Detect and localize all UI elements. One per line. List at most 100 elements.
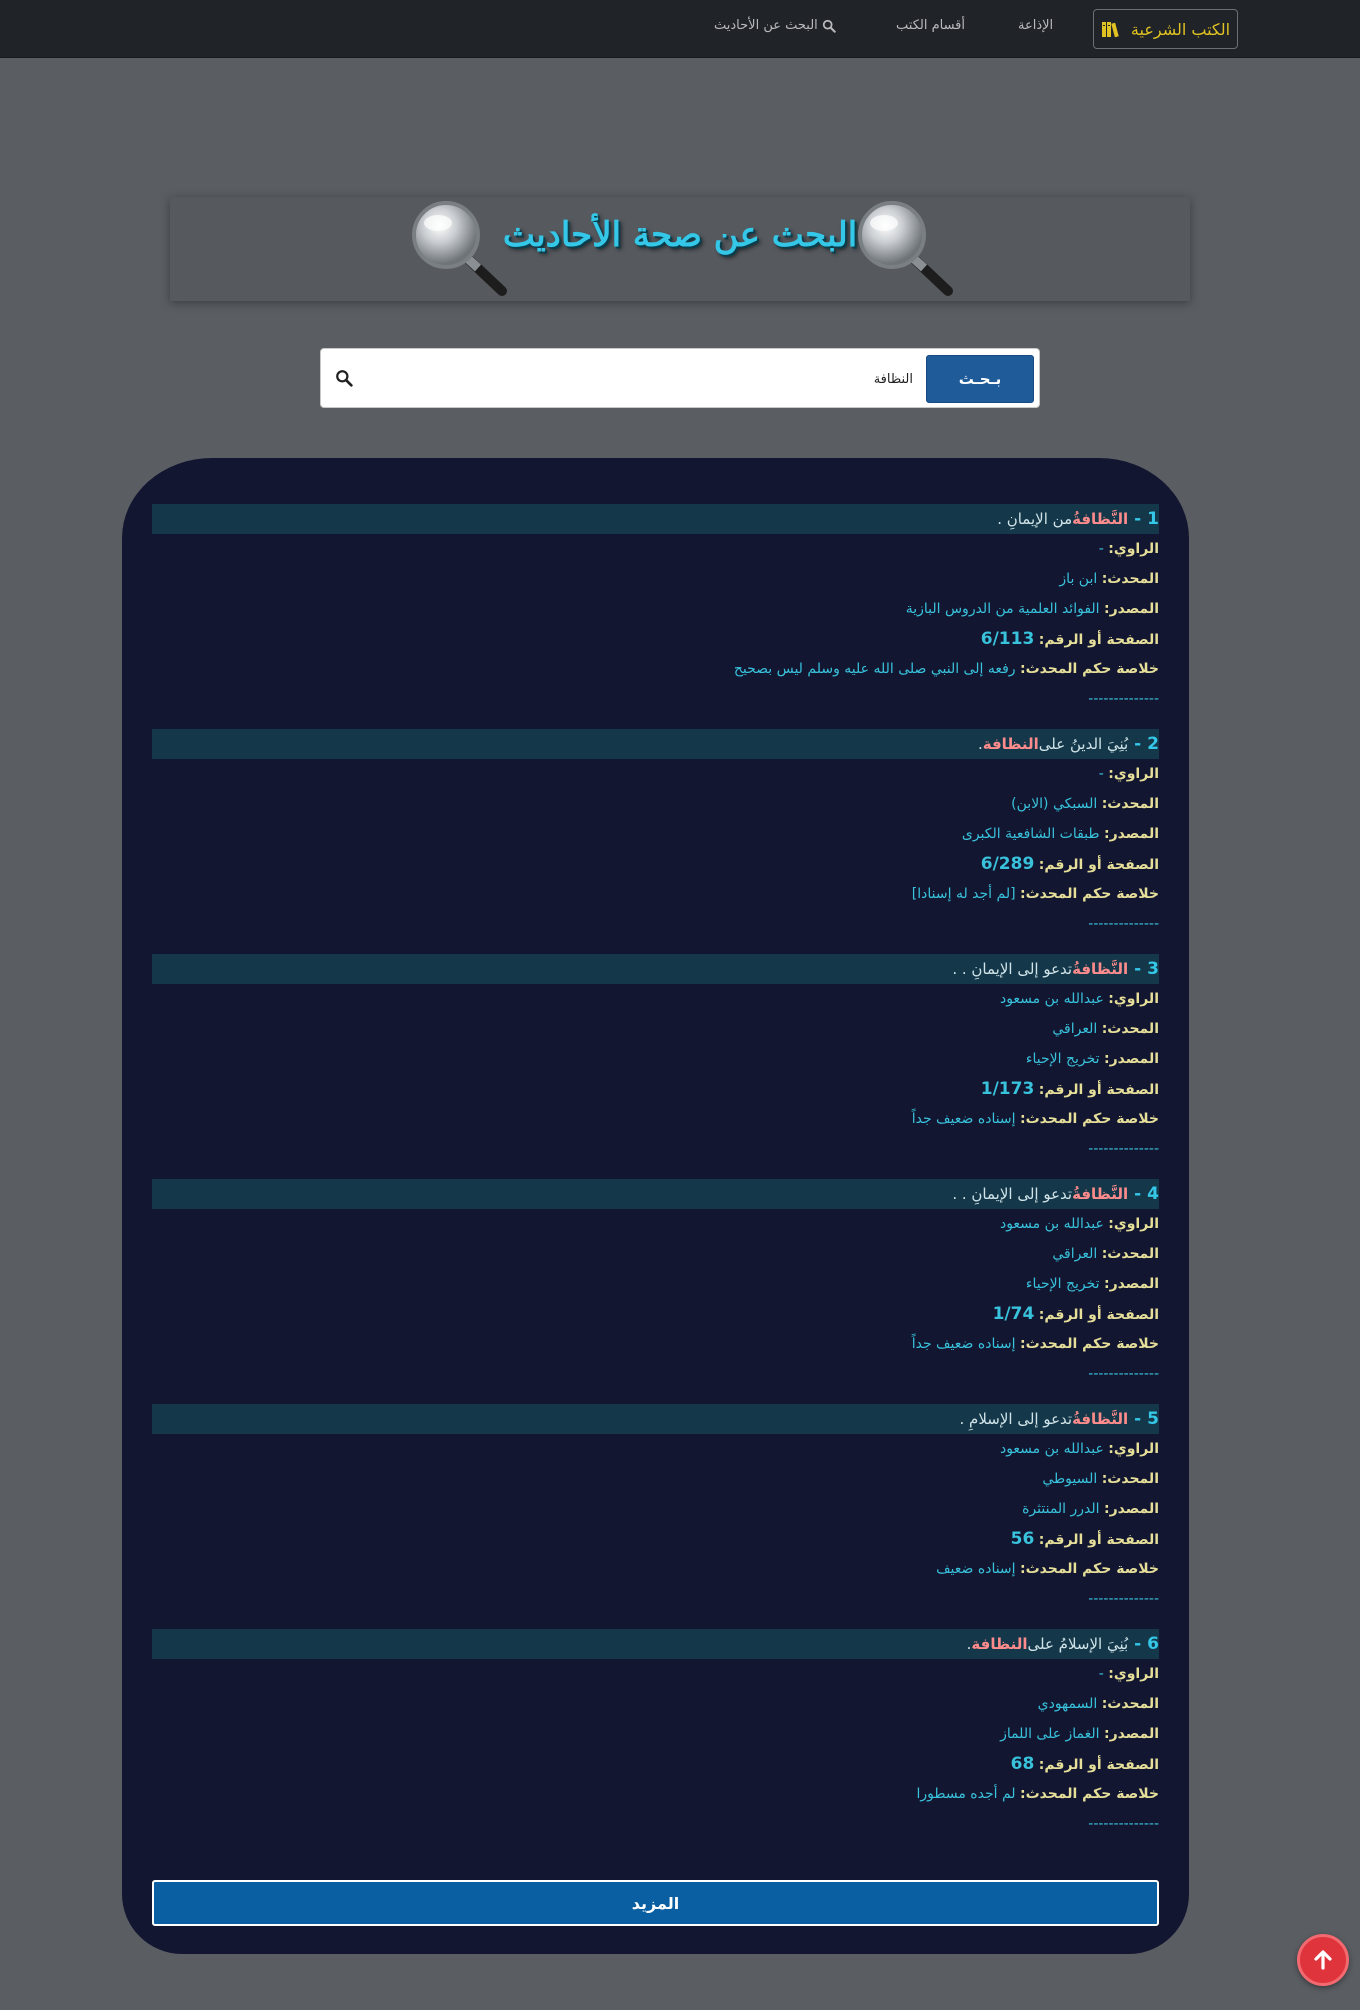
page-number-label: الصفحة أو الرقم:: [1038, 1532, 1159, 1548]
scholar-label: المحدث:: [1101, 796, 1159, 812]
result-source-row: المصدر: تخريج الإحياء: [152, 1044, 1159, 1074]
scholar-label: المحدث:: [1101, 1021, 1159, 1037]
result-page-number-row: الصفحة أو الرقم: 6/289: [152, 849, 1159, 879]
magnifier-icon: [858, 201, 953, 296]
result-narrator-row: الراوي: عبدالله بن مسعود: [152, 1209, 1159, 1239]
verdict-value: لم أجده مسطورا: [916, 1786, 1016, 1802]
narrator-label: الراوي:: [1108, 1216, 1159, 1232]
page-number-label: الصفحة أو الرقم:: [1038, 632, 1159, 648]
page-number-value: 1/74: [992, 1304, 1035, 1324]
scholar-label: المحدث:: [1101, 571, 1159, 587]
books-icon: [1101, 22, 1119, 38]
result-verdict-row: خلاصة حكم المحدث: إسناده ضعيف جداً: [152, 1329, 1159, 1359]
result-spacer: [152, 714, 1159, 729]
result-keyword-highlight: النظافة: [971, 1635, 1028, 1653]
result-title: 1 - النَّظافةُ من الإيمانِ .: [152, 504, 1159, 534]
result-text-after: تدعو إلى الإسلامِ .: [959, 1410, 1073, 1428]
source-label: المصدر:: [1104, 601, 1159, 617]
source-label: المصدر:: [1104, 1276, 1159, 1292]
source-value: الفوائد العلمية من الدروس البازية: [905, 601, 1100, 617]
search-submit-button[interactable]: بـحـث: [926, 355, 1034, 403]
result-scholar-row: المحدث: السمهودي: [152, 1689, 1159, 1719]
source-label: المصدر:: [1104, 826, 1159, 842]
source-label: المصدر:: [1104, 1051, 1159, 1067]
top-navbar: الكتب الشرعية الإذاعة أقسام الكتب البحث …: [0, 0, 1360, 58]
page-title: البحث عن صحة الأحاديث: [502, 215, 858, 255]
verdict-label: خلاصة حكم المحدث:: [1020, 1786, 1159, 1802]
arrow-up-icon: [1314, 1950, 1332, 1970]
brand-books-button[interactable]: الكتب الشرعية: [1093, 9, 1238, 49]
result-number: 6 -: [1134, 1634, 1159, 1654]
page-number-value: 56: [1010, 1529, 1035, 1549]
nav-link-categories[interactable]: أقسام الكتب: [896, 18, 965, 33]
result-spacer: [152, 1614, 1159, 1629]
result-title: 3 - النَّظافةُ تدعو إلى الإيمانِ . .: [152, 954, 1159, 984]
result-scholar-row: المحدث: السبكي (الابن): [152, 789, 1159, 819]
verdict-value: إسناده ضعيف جداً: [911, 1111, 1016, 1127]
result-title: 2 - بُنِيَ الدينُ على النظافة .: [152, 729, 1159, 759]
page-number-value: 68: [1010, 1754, 1035, 1774]
verdict-value: رفعه إلى النبي صلى الله عليه وسلم ليس بص…: [733, 661, 1016, 677]
verdict-label: خلاصة حكم المحدث:: [1020, 661, 1159, 677]
verdict-value: إسناده ضعيف جداً: [911, 1336, 1016, 1352]
result-verdict-row: خلاصة حكم المحدث: إسناده ضعيف: [152, 1554, 1159, 1584]
result-narrator-row: الراوي: -: [152, 534, 1159, 564]
verdict-label: خلاصة حكم المحدث:: [1020, 1336, 1159, 1352]
result-page-number-row: الصفحة أو الرقم: 56: [152, 1524, 1159, 1554]
scholar-label: المحدث:: [1101, 1696, 1159, 1712]
nav-link-hadith-search[interactable]: البحث عن الأحاديث: [714, 18, 836, 33]
result-text-after: .: [977, 735, 983, 753]
result-number: 4 -: [1134, 1184, 1159, 1204]
search-icon[interactable]: [335, 369, 353, 387]
page-number-label: الصفحة أو الرقم:: [1038, 1082, 1159, 1098]
result-number: 1 -: [1134, 509, 1159, 529]
page-number-value: 6/113: [980, 629, 1035, 649]
search-icon: [822, 19, 836, 33]
source-value: الغماز على اللماز: [1000, 1726, 1100, 1742]
result-scholar-row: المحدث: السيوطي: [152, 1464, 1159, 1494]
scholar-label: المحدث:: [1101, 1246, 1159, 1262]
verdict-label: خلاصة حكم المحدث:: [1020, 1561, 1159, 1577]
back-to-top-button[interactable]: [1297, 1934, 1349, 1986]
result-separator: --------------: [1088, 1141, 1159, 1157]
narrator-label: الراوي:: [1108, 991, 1159, 1007]
result-title: 6 - بُنِيَ الإسلامُ على النظافة .: [152, 1629, 1159, 1659]
nav-categories-label: أقسام الكتب: [896, 18, 966, 33]
page-number-label: الصفحة أو الرقم:: [1038, 1307, 1159, 1323]
result-separator: --------------: [1088, 916, 1159, 932]
result-separator: --------------: [1088, 1591, 1159, 1607]
scholar-value: ابن باز: [1059, 571, 1098, 587]
result-text-before: بُنِيَ الإسلامُ على: [1027, 1635, 1129, 1653]
verdict-value: إسناده ضعيف: [936, 1561, 1016, 1577]
page-number-value: 1/173: [980, 1079, 1035, 1099]
result-text-before: بُنِيَ الدينُ على: [1038, 735, 1129, 753]
result-source-row: المصدر: الغماز على اللماز: [152, 1719, 1159, 1749]
result-page-number-row: الصفحة أو الرقم: 1/74: [152, 1299, 1159, 1329]
page-banner: البحث عن صحة الأحاديث: [170, 197, 1190, 301]
result-page-number-row: الصفحة أو الرقم: 1/173: [152, 1074, 1159, 1104]
narrator-value: عبدالله بن مسعود: [999, 1441, 1104, 1457]
result-narrator-row: الراوي: عبدالله بن مسعود: [152, 1434, 1159, 1464]
results-panel: 1 - النَّظافةُ من الإيمانِ . الراوي: - المح…: [122, 458, 1189, 1954]
source-label: المصدر:: [1104, 1501, 1159, 1517]
result-keyword-highlight: النَّظافةُ: [1072, 510, 1129, 528]
brand-label: الكتب الشرعية: [1130, 19, 1231, 39]
verdict-value: [لم أجد له إسنادا]: [911, 886, 1016, 902]
result-item: 1 - النَّظافةُ من الإيمانِ . الراوي: - المح…: [152, 504, 1159, 729]
result-verdict-row: خلاصة حكم المحدث: رفعه إلى النبي صلى الل…: [152, 654, 1159, 684]
nav-link-radio[interactable]: الإذاعة: [1018, 18, 1053, 33]
nav-search-label: البحث عن الأحاديث: [714, 18, 818, 33]
search-input[interactable]: [367, 361, 917, 397]
result-verdict-row: خلاصة حكم المحدث: [لم أجد له إسنادا]: [152, 879, 1159, 909]
narrator-value: عبدالله بن مسعود: [999, 991, 1104, 1007]
load-more-button[interactable]: المزيد: [152, 1880, 1159, 1926]
result-narrator-row: الراوي: -: [152, 759, 1159, 789]
result-text-after: تدعو إلى الإيمانِ . .: [952, 1185, 1073, 1203]
scholar-label: المحدث:: [1101, 1471, 1159, 1487]
result-item: 6 - بُنِيَ الإسلامُ على النظافة . الراوي: …: [152, 1629, 1159, 1839]
result-source-row: المصدر: الدرر المنتثرة: [152, 1494, 1159, 1524]
source-value: طبقات الشافعية الكبرى: [961, 826, 1100, 842]
narrator-value: -: [1098, 766, 1104, 782]
result-item: 5 - النَّظافةُ تدعو إلى الإسلامِ . الراوي:…: [152, 1404, 1159, 1629]
result-title: 4 - النَّظافةُ تدعو إلى الإيمانِ . .: [152, 1179, 1159, 1209]
